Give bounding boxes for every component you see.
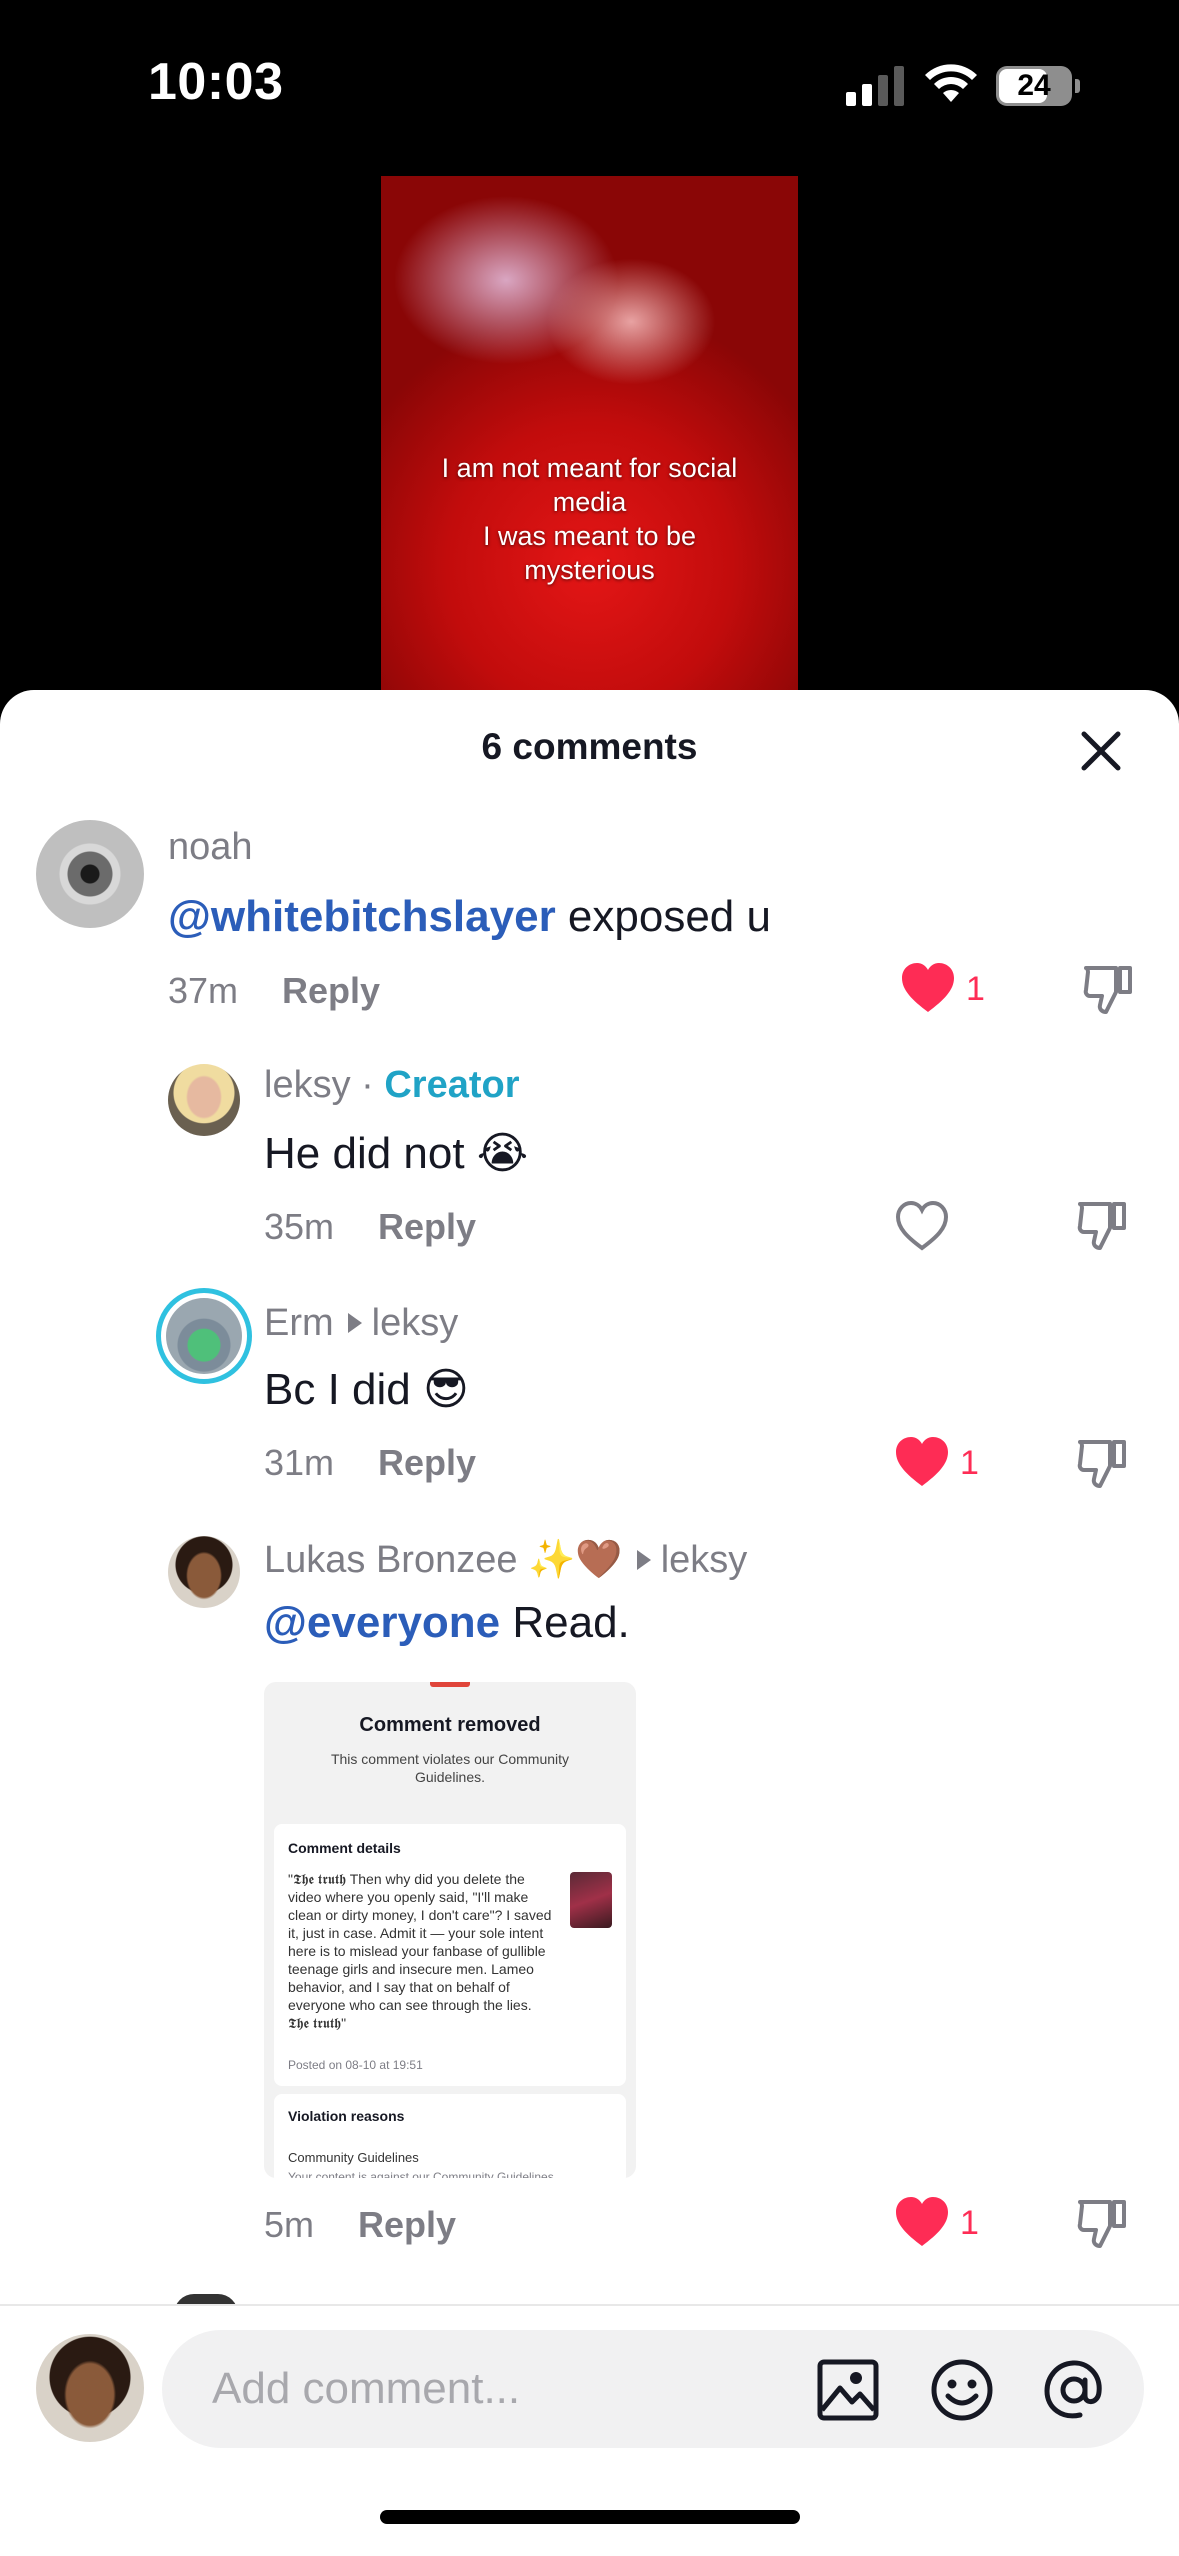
dislike-icon[interactable] [1076, 1198, 1128, 1252]
details-heading: Comment details [288, 1840, 401, 1856]
comment-input-placeholder: Add comment... [212, 2364, 521, 2413]
comment-text: @whitebitchslayer exposed u [168, 892, 771, 942]
like-count: 1 [966, 970, 985, 1008]
heart-filled-icon[interactable] [894, 1436, 950, 1488]
reply-button[interactable]: Reply [358, 2204, 456, 2245]
comment-username: Erm leksy [264, 1302, 458, 1345]
battery-level: 24 [1017, 69, 1051, 102]
video-preview[interactable]: I am not meant for social media I was me… [381, 176, 798, 696]
comment-details-panel: Comment details "𝕿𝖍𝖊 𝖙𝖗𝖚𝖙𝖍 Then why did … [274, 1824, 626, 2086]
image-picker-icon[interactable] [816, 2358, 880, 2422]
dislike-icon[interactable] [1082, 962, 1134, 1016]
comment-text: @everyone Read. [264, 1598, 630, 1648]
dislike-icon[interactable] [1076, 1436, 1128, 1490]
video-thumbnail [570, 1872, 612, 1928]
comment-text: Bc I did 😎 [264, 1365, 469, 1414]
reply-to-username[interactable]: leksy [372, 1302, 459, 1344]
comment-time: 31m [264, 1442, 335, 1483]
reply-arrow-icon [636, 1549, 651, 1570]
status-bar: 10:03 24 [0, 0, 1179, 170]
comment-time: 35m [264, 1206, 335, 1247]
like-count: 1 [960, 2204, 979, 2242]
cellular-signal-icon [846, 66, 904, 106]
mention-link[interactable]: @everyone [264, 1598, 500, 1647]
comment-username: Lukas Bronzee ✨🤎 leksy [264, 1538, 747, 1582]
reply-to-username[interactable]: leksy [661, 1539, 748, 1581]
heart-outline-icon[interactable] [894, 1200, 950, 1252]
emoji-icon[interactable] [930, 2358, 994, 2422]
avatar[interactable] [156, 1288, 252, 1384]
reply-arrow-icon [347, 1312, 362, 1333]
details-body: "𝕿𝖍𝖊 𝖙𝖗𝖚𝖙𝖍 Then why did you delete the v… [288, 1871, 552, 2031]
comment-username-text[interactable]: Erm [264, 1302, 334, 1344]
comment-text-body: Read. [500, 1598, 630, 1647]
comment-meta: 31m Reply [264, 1442, 476, 1484]
violation-detail: Your content is against our Community Gu… [288, 2170, 558, 2178]
battery-icon: 24 [996, 66, 1080, 106]
comment-meta: 37m Reply [168, 970, 380, 1012]
close-icon[interactable] [1076, 726, 1126, 776]
heart-filled-icon[interactable] [894, 2196, 950, 2248]
comments-count-title: 6 comments [481, 726, 698, 767]
posted-date: Posted on 08-10 at 19:51 [288, 2058, 423, 2072]
dislike-icon[interactable] [1076, 2196, 1128, 2250]
mention-link[interactable]: @whitebitchslayer [168, 892, 556, 941]
like-count: 1 [960, 1444, 979, 1482]
avatar[interactable] [168, 1536, 240, 1608]
avatar[interactable] [168, 1064, 240, 1136]
comment-time: 5m [264, 2204, 315, 2245]
creator-badge: Creator [384, 1064, 520, 1106]
comment-username: leksy · Creator [264, 1064, 520, 1106]
comment-meta: 35m Reply [264, 1206, 476, 1248]
card-subtitle: This comment violates our Community Guid… [330, 1751, 570, 1785]
comment-username-text[interactable]: leksy [264, 1064, 351, 1106]
heart-filled-icon[interactable] [900, 962, 956, 1014]
avatar[interactable] [36, 820, 144, 928]
comment-time: 37m [168, 970, 239, 1011]
status-time: 10:03 [148, 53, 284, 111]
card-title: Comment removed [359, 1714, 541, 1736]
comment-image-attachment[interactable]: Comment removed This comment violates ou… [264, 1682, 636, 2178]
violation-panel: Violation reasons Community Guidelines Y… [274, 2094, 626, 2178]
comment-meta: 5m Reply [264, 2204, 456, 2246]
comment-username-text[interactable]: Lukas Bronzee ✨🤎 [264, 1539, 623, 1581]
comment-text: He did not 😭 [264, 1129, 529, 1178]
home-indicator[interactable] [380, 2510, 800, 2524]
reply-button[interactable]: Reply [282, 970, 380, 1011]
comment-username[interactable]: noah [168, 826, 253, 869]
reply-button[interactable]: Reply [378, 1206, 476, 1247]
video-caption: I am not meant for social media I was me… [441, 453, 738, 585]
mention-icon[interactable] [1042, 2358, 1106, 2422]
card-accent-bar [430, 1682, 470, 1687]
violation-heading: Violation reasons [288, 2108, 405, 2124]
reply-button[interactable]: Reply [378, 1442, 476, 1483]
wifi-icon [925, 64, 977, 102]
current-user-avatar [36, 2334, 144, 2442]
comment-text-body: exposed u [555, 892, 771, 941]
violation-reason: Community Guidelines [288, 2150, 419, 2165]
